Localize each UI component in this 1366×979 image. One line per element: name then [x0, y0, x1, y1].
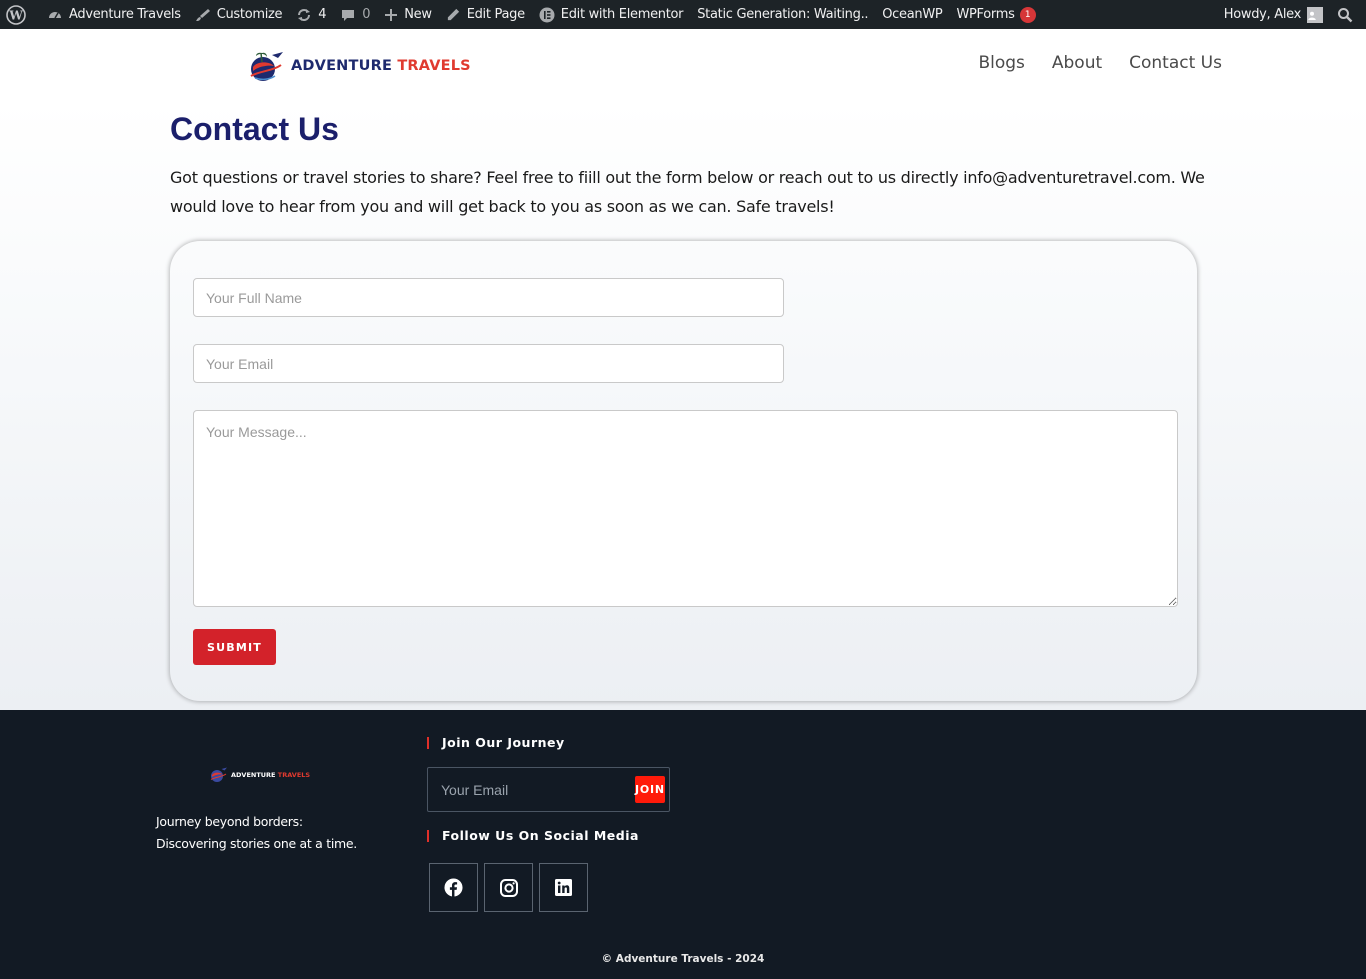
footer-logo[interactable]: ADVENTURE TRAVELS — [209, 766, 310, 783]
admin-site-name[interactable]: Adventure Travels — [40, 0, 188, 29]
howdy-label: Howdy, Alex — [1223, 7, 1302, 22]
comments-count: 0 — [362, 7, 371, 22]
admin-oceanwp[interactable]: OceanWP — [875, 0, 949, 29]
tagline-line-2: Discovering stories one at a time. — [156, 836, 357, 851]
linkedin-icon — [555, 879, 572, 896]
site-header: ADVENTURE TRAVELS Blogs About Contact Us — [0, 29, 1366, 101]
logo-word-travels: TRAVELS — [397, 58, 471, 74]
main-content: Contact Us Got questions or travel stori… — [0, 101, 1366, 710]
updates-icon — [298, 8, 311, 21]
elementor-icon — [539, 7, 555, 22]
instagram-link[interactable] — [484, 863, 533, 912]
wpforms-notification-badge: 1 — [1019, 6, 1036, 23]
newsletter-email-input[interactable] — [428, 768, 635, 811]
contact-form: SUBMIT — [170, 241, 1197, 701]
logo-wordmark: ADVENTURE TRAVELS — [291, 58, 471, 74]
message-textarea[interactable] — [193, 410, 1178, 607]
wpforms-label: WPForms — [956, 7, 1015, 22]
email-input[interactable] — [193, 344, 784, 383]
avatar — [1307, 6, 1323, 23]
static-generation-label: Static Generation: Waiting.. — [697, 7, 869, 22]
main-navigation: Blogs About Contact Us — [978, 53, 1222, 73]
admin-search[interactable] — [1330, 0, 1366, 29]
svg-text:W: W — [8, 8, 23, 22]
nav-blogs[interactable]: Blogs — [978, 53, 1024, 73]
social-links — [429, 863, 588, 912]
linkedin-link[interactable] — [539, 863, 588, 912]
customize-label: Customize — [216, 7, 283, 22]
wp-admin-bar: W Adventure Travels Customize 4 0 New Ed… — [0, 0, 1366, 29]
nav-about[interactable]: About — [1052, 53, 1102, 73]
oceanwp-label: OceanWP — [882, 7, 943, 22]
nav-contact-us[interactable]: Contact Us — [1129, 53, 1222, 73]
page-title: Contact Us — [170, 111, 339, 147]
copyright-text: © Adventure Travels - 2024 — [601, 953, 765, 965]
footer-logo-wordmark: ADVENTURE TRAVELS — [231, 771, 310, 779]
site-logo[interactable]: ADVENTURE TRAVELS — [247, 49, 471, 83]
logo-word-adventure: ADVENTURE — [291, 58, 393, 74]
admin-edit-elementor[interactable]: Edit with Elementor — [532, 0, 690, 29]
admin-updates[interactable]: 4 — [289, 0, 333, 29]
edit-page-label: Edit Page — [466, 7, 525, 22]
updates-count: 4 — [318, 7, 327, 22]
newsletter-form: JOIN — [427, 767, 670, 812]
instagram-icon — [499, 878, 518, 897]
intro-text: Got questions or travel stories to share… — [170, 168, 1205, 216]
admin-new[interactable]: New — [377, 0, 438, 29]
site-footer: ADVENTURE TRAVELS Journey beyond borders… — [0, 710, 1366, 979]
plus-icon — [385, 8, 398, 21]
site-name-label: Adventure Travels — [69, 7, 181, 22]
footer-logo-word-adventure: ADVENTURE — [231, 770, 276, 779]
admin-edit-page[interactable]: Edit Page — [439, 0, 532, 29]
pencil-icon — [447, 8, 459, 21]
social-heading: Follow Us On Social Media — [427, 829, 639, 842]
submit-button[interactable]: SUBMIT — [193, 629, 276, 665]
facebook-link[interactable] — [429, 863, 478, 912]
footer-logo-word-travels: TRAVELS — [277, 770, 311, 779]
admin-wpforms[interactable]: WPForms 1 — [949, 0, 1042, 29]
join-button[interactable]: JOIN — [635, 776, 665, 803]
tagline-line-1: Journey beyond borders: — [156, 814, 303, 829]
globe-airplane-logo-icon — [250, 52, 283, 81]
footer-tagline: Journey beyond borders: Discovering stor… — [156, 811, 357, 855]
admin-comments[interactable]: 0 — [333, 0, 377, 29]
full-name-input[interactable] — [193, 278, 784, 317]
edit-elementor-label: Edit with Elementor — [560, 7, 684, 22]
facebook-icon — [444, 878, 463, 897]
wordpress-logo-icon[interactable]: W — [0, 0, 40, 29]
admin-static-generation[interactable]: Static Generation: Waiting.. — [690, 0, 875, 29]
dashboard-icon — [49, 11, 61, 18]
brush-icon — [195, 8, 210, 21]
admin-customize[interactable]: Customize — [188, 0, 290, 29]
join-heading: Join Our Journey — [427, 736, 565, 749]
search-icon — [1338, 7, 1353, 22]
comment-icon — [342, 9, 355, 21]
new-label: New — [404, 7, 432, 22]
globe-airplane-logo-icon — [210, 767, 227, 782]
admin-account[interactable]: Howdy, Alex — [1217, 0, 1330, 29]
